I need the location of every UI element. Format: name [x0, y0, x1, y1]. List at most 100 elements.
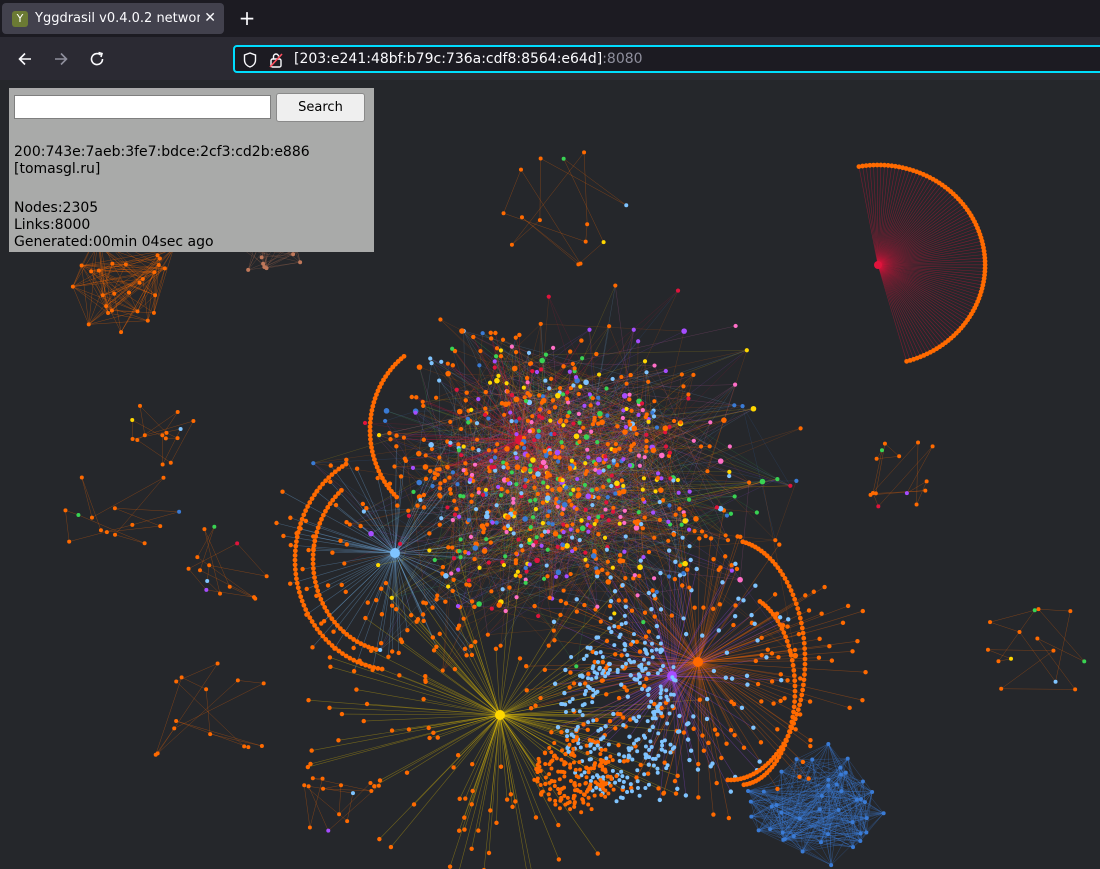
network-node[interactable]: [339, 711, 345, 717]
network-node[interactable]: [622, 549, 627, 554]
network-node[interactable]: [663, 749, 668, 754]
network-node[interactable]: [142, 541, 147, 546]
network-node[interactable]: [673, 512, 678, 517]
network-node[interactable]: [459, 453, 464, 458]
network-node[interactable]: [705, 469, 710, 474]
network-node[interactable]: [627, 463, 633, 468]
network-node[interactable]: [561, 423, 566, 428]
network-node[interactable]: [791, 673, 797, 678]
network-node[interactable]: [544, 474, 549, 480]
network-node[interactable]: [691, 726, 696, 731]
network-node[interactable]: [673, 791, 679, 796]
network-node[interactable]: [627, 734, 632, 739]
network-node[interactable]: [526, 350, 532, 355]
network-node[interactable]: [640, 487, 645, 492]
network-node[interactable]: [563, 601, 569, 606]
network-node[interactable]: [597, 665, 602, 670]
network-node[interactable]: [847, 705, 852, 711]
network-node[interactable]: [985, 647, 990, 652]
network-node[interactable]: [145, 318, 150, 323]
network-node[interactable]: [567, 699, 572, 704]
network-node[interactable]: [567, 466, 573, 471]
network-node[interactable]: [455, 604, 461, 609]
network-node[interactable]: [530, 414, 535, 419]
network-node[interactable]: [539, 543, 544, 548]
network-node[interactable]: [551, 619, 557, 624]
network-node[interactable]: [354, 466, 360, 471]
network-node[interactable]: [89, 515, 94, 520]
network-node[interactable]: [603, 507, 608, 512]
network-node[interactable]: [675, 786, 680, 791]
network-node[interactable]: [629, 608, 635, 613]
network-node[interactable]: [109, 308, 114, 313]
network-node[interactable]: [667, 450, 673, 455]
network-node[interactable]: [556, 822, 561, 828]
network-node[interactable]: [361, 509, 366, 514]
network-node[interactable]: [620, 664, 625, 669]
network-node[interactable]: [744, 673, 750, 679]
network-node[interactable]: [478, 348, 483, 354]
network-node[interactable]: [378, 641, 384, 646]
network-node[interactable]: [608, 598, 614, 604]
network-node[interactable]: [769, 679, 775, 684]
network-node[interactable]: [653, 756, 658, 761]
network-node[interactable]: [577, 538, 582, 543]
network-node[interactable]: [621, 483, 626, 488]
network-node[interactable]: [551, 628, 556, 633]
network-node[interactable]: [212, 524, 217, 529]
network-node[interactable]: [552, 431, 557, 437]
network-node[interactable]: [306, 698, 311, 703]
network-node[interactable]: [342, 561, 347, 566]
network-node[interactable]: [596, 532, 601, 537]
network-node[interactable]: [476, 601, 482, 607]
network-node[interactable]: [605, 579, 612, 585]
network-node[interactable]: [593, 461, 598, 467]
network-node[interactable]: [601, 484, 606, 489]
network-node[interactable]: [613, 283, 618, 288]
network-node[interactable]: [572, 366, 577, 371]
network-node[interactable]: [480, 331, 485, 336]
network-node[interactable]: [640, 526, 646, 531]
network-node[interactable]: [489, 589, 494, 594]
network-node[interactable]: [669, 692, 674, 697]
network-node[interactable]: [595, 439, 600, 445]
network-node[interactable]: [656, 731, 661, 736]
network-node[interactable]: [657, 517, 662, 523]
network-node[interactable]: [110, 261, 115, 266]
network-node[interactable]: [487, 469, 492, 474]
network-node[interactable]: [678, 420, 683, 425]
network-node[interactable]: [204, 587, 209, 592]
network-node[interactable]: [565, 737, 570, 742]
network-node[interactable]: [545, 471, 550, 476]
network-node[interactable]: [517, 574, 523, 579]
network-node[interactable]: [414, 395, 419, 400]
network-node[interactable]: [295, 530, 301, 535]
network-node[interactable]: [608, 616, 613, 621]
network-node[interactable]: [611, 787, 616, 792]
network-node[interactable]: [306, 784, 311, 789]
network-node[interactable]: [246, 267, 251, 272]
network-node[interactable]: [700, 733, 705, 738]
network-node[interactable]: [579, 518, 584, 523]
network-node[interactable]: [439, 359, 444, 364]
network-node[interactable]: [310, 776, 315, 781]
network-node[interactable]: [672, 778, 678, 784]
network-node[interactable]: [612, 643, 617, 648]
network-node[interactable]: [643, 648, 648, 653]
network-node[interactable]: [800, 759, 806, 765]
network-node[interactable]: [553, 802, 558, 807]
network-node[interactable]: [590, 553, 597, 559]
network-node[interactable]: [208, 732, 213, 737]
network-node[interactable]: [588, 757, 593, 762]
network-node[interactable]: [656, 709, 661, 714]
network-node[interactable]: [700, 633, 705, 638]
network-node[interactable]: [469, 493, 475, 498]
network-node[interactable]: [310, 556, 316, 562]
url-text[interactable]: [203:e241:48bf:b79c:736a:cdf8:8564:e64d]…: [294, 51, 643, 67]
network-node[interactable]: [461, 494, 466, 499]
network-node[interactable]: [507, 585, 512, 590]
shield-icon[interactable]: [243, 52, 257, 68]
network-node[interactable]: [904, 491, 909, 496]
network-node[interactable]: [876, 504, 881, 509]
network-node[interactable]: [692, 529, 697, 534]
